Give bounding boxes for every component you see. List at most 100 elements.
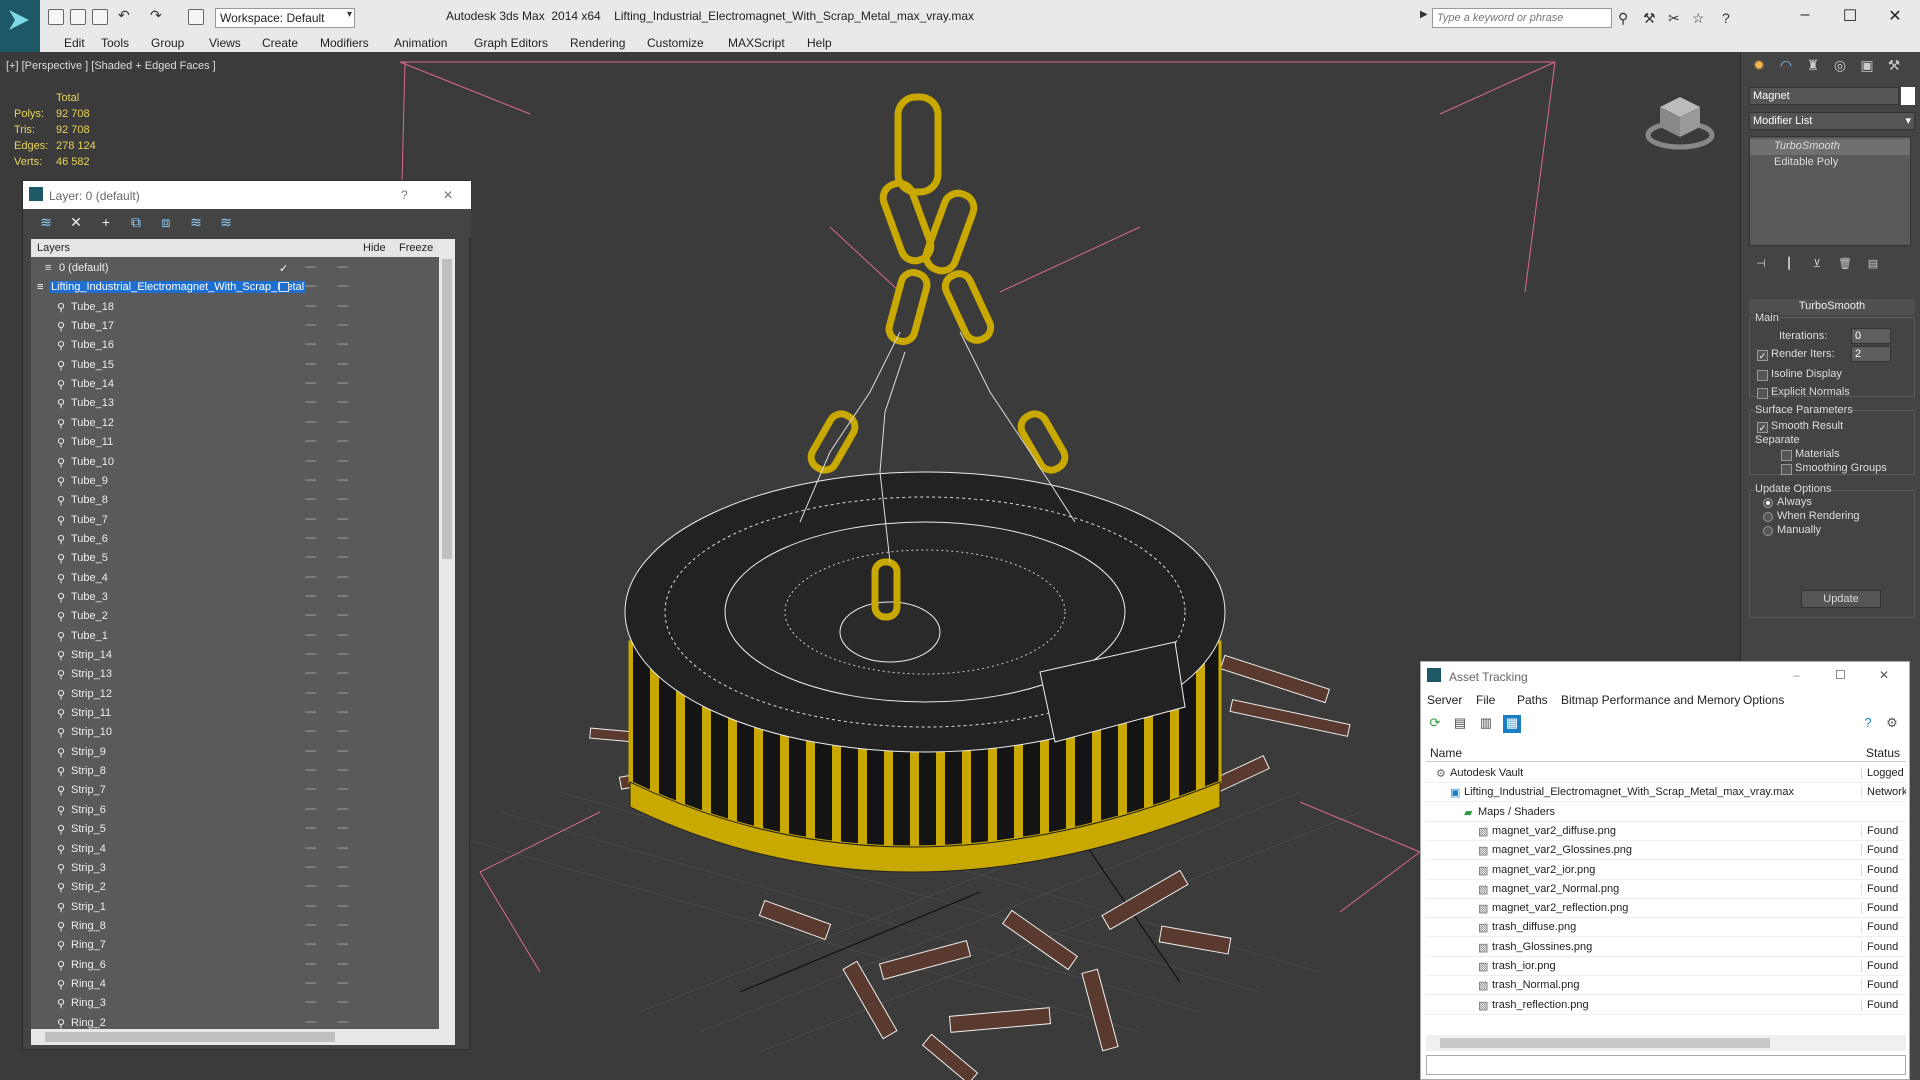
binoculars-icon[interactable]: ⚲: [1618, 10, 1628, 27]
layer-row-object[interactable]: ⚲ Ring_8 ---- ----: [31, 917, 447, 936]
layer-row-object[interactable]: ⚲ Ring_2 ---- ----: [31, 1014, 447, 1029]
layer-list[interactable]: Layers Hide Freeze ≡ 0 (default) ✓ ---- ----…: [31, 239, 447, 1029]
hide-toggle[interactable]: ----: [305, 338, 317, 350]
render-iters-checkbox[interactable]: ✓: [1757, 350, 1768, 361]
layer-row-object[interactable]: ⚲ Strip_9 ---- ----: [31, 743, 447, 762]
freeze-toggle[interactable]: ----: [337, 996, 349, 1008]
layer-row-default[interactable]: ≡ 0 (default) ✓ ---- ----: [31, 259, 447, 278]
select-objects-icon[interactable]: ⧉: [127, 214, 145, 232]
hide-toggle[interactable]: ----: [305, 803, 317, 815]
display-tab-icon[interactable]: ▣: [1855, 57, 1879, 79]
layer-row-object[interactable]: ⚲ Strip_3 ---- ----: [31, 859, 447, 878]
asset-row[interactable]: ▰ Maps / Shaders: [1426, 803, 1906, 822]
search-input[interactable]: Type a keyword or phrase: [1432, 8, 1612, 28]
layer-row-object[interactable]: ⚲ Strip_1 ---- ----: [31, 898, 447, 917]
hide-toggle[interactable]: ----: [305, 996, 317, 1008]
menu-bitmap-performance[interactable]: Bitmap Performance and Memory: [1561, 693, 1740, 707]
object-name-field[interactable]: Magnet: [1749, 87, 1899, 105]
object-color-swatch[interactable]: [1901, 87, 1915, 105]
delete-layer-icon[interactable]: ✕: [67, 214, 85, 232]
stack-item-editable-poly[interactable]: Editable Poly: [1750, 155, 1910, 171]
close-icon[interactable]: ✕: [443, 188, 453, 202]
favorites-star-icon[interactable]: ☆: [1692, 10, 1705, 27]
freeze-toggle[interactable]: ----: [337, 319, 349, 331]
hide-toggle[interactable]: ----: [305, 280, 317, 292]
hide-toggle[interactable]: ----: [305, 629, 317, 641]
freeze-toggle[interactable]: ----: [337, 977, 349, 989]
asset-row[interactable]: ▧ trash_reflection.png Found: [1426, 996, 1906, 1015]
asset-row[interactable]: ⚙ Autodesk Vault Logged O: [1426, 764, 1906, 783]
layer-row-object[interactable]: ⚲ Tube_16 ---- ----: [31, 336, 447, 355]
layer-row-object[interactable]: ⚲ Tube_3 ---- ----: [31, 588, 447, 607]
set-current-layer-checkbox[interactable]: [279, 282, 289, 293]
freeze-toggle[interactable]: ----: [337, 300, 349, 312]
freeze-toggle[interactable]: ----: [337, 667, 349, 679]
minimize-icon[interactable]: –: [1793, 668, 1800, 682]
3dsmax-logo-icon[interactable]: [0, 0, 40, 52]
hide-toggle[interactable]: ----: [305, 958, 317, 970]
freeze-toggle[interactable]: ----: [337, 513, 349, 525]
layer-row-object[interactable]: ⚲ Tube_17 ---- ----: [31, 317, 447, 336]
hide-toggle[interactable]: ----: [305, 396, 317, 408]
layer-row-object[interactable]: ⚲ Tube_13 ---- ----: [31, 394, 447, 413]
hide-toggle[interactable]: ----: [305, 861, 317, 873]
layer-row-object[interactable]: ⚲ Strip_12 ---- ----: [31, 685, 447, 704]
freeze-toggle[interactable]: ----: [337, 609, 349, 621]
hide-toggle[interactable]: ----: [305, 493, 317, 505]
layer-row-object[interactable]: ⚲ Strip_4 ---- ----: [31, 840, 447, 859]
iterations-spinner[interactable]: 0: [1851, 328, 1891, 344]
asset-row[interactable]: ▣ Lifting_Industrial_Electromagnet_With_S…: [1426, 783, 1906, 803]
freeze-toggle[interactable]: ----: [337, 687, 349, 699]
freeze-toggle[interactable]: ----: [337, 958, 349, 970]
render-iters-spinner[interactable]: 2: [1851, 346, 1891, 362]
menu-customize[interactable]: Customize: [647, 36, 704, 50]
freeze-toggle[interactable]: ----: [337, 416, 349, 428]
layer-row-object[interactable]: ⚲ Strip_10 ---- ----: [31, 723, 447, 742]
utilities-tab-icon[interactable]: ⚒: [1882, 57, 1906, 79]
list-view-icon[interactable]: ▤: [1451, 715, 1469, 733]
create-layer-icon[interactable]: ≋: [37, 214, 55, 232]
table-view-icon[interactable]: ▦: [1503, 715, 1521, 733]
close-icon[interactable]: ✕: [1880, 6, 1910, 26]
freeze-toggle[interactable]: ----: [337, 532, 349, 544]
freeze-toggle[interactable]: ----: [337, 571, 349, 583]
layer-row-object[interactable]: ⚲ Tube_11 ---- ----: [31, 433, 447, 452]
smoothing-groups-checkbox[interactable]: [1781, 464, 1792, 475]
hide-toggle[interactable]: ----: [305, 687, 317, 699]
menu-group[interactable]: Group: [151, 36, 184, 50]
asset-row[interactable]: ▧ magnet_var2_ior.png Found: [1426, 861, 1906, 880]
layer-row-object[interactable]: ⚲ Ring_6 ---- ----: [31, 956, 447, 975]
freeze-toggle[interactable]: ----: [337, 745, 349, 757]
layer-row-object[interactable]: ⚲ Tube_6 ---- ----: [31, 530, 447, 549]
menu-help[interactable]: Help: [807, 36, 832, 50]
hide-toggle[interactable]: ----: [305, 667, 317, 679]
hide-toggle[interactable]: ----: [305, 938, 317, 950]
when-rendering-radio[interactable]: [1763, 512, 1773, 522]
layer-dialog-titlebar[interactable]: Layer: 0 (default) ? ✕: [23, 181, 471, 209]
help-icon[interactable]: ?: [1722, 10, 1730, 26]
menu-edit[interactable]: Edit: [64, 36, 85, 50]
freeze-toggle[interactable]: ----: [337, 648, 349, 660]
hide-toggle[interactable]: ----: [305, 513, 317, 525]
asset-row[interactable]: ▧ magnet_var2_Normal.png Found: [1426, 880, 1906, 899]
hierarchy-tab-icon[interactable]: ♜: [1801, 57, 1825, 79]
layer-row-object[interactable]: ⚲ Strip_5 ---- ----: [31, 820, 447, 839]
layer-row-object[interactable]: ⚲ Strip_8 ---- ----: [31, 762, 447, 781]
layer-row-object[interactable]: ⚲ Strip_2 ---- ----: [31, 878, 447, 897]
menu-create[interactable]: Create: [262, 36, 298, 50]
refresh-icon[interactable]: ⟳: [1426, 715, 1444, 733]
hide-toggle[interactable]: ----: [305, 725, 317, 737]
minimize-icon[interactable]: –: [1790, 6, 1820, 24]
hide-toggle[interactable]: ----: [305, 358, 317, 370]
column-status[interactable]: Status: [1866, 746, 1900, 760]
layer-row-object[interactable]: ⚲ Tube_1 ---- ----: [31, 627, 447, 646]
smooth-result-checkbox[interactable]: ✓: [1757, 422, 1768, 433]
asset-row[interactable]: ▧ magnet_var2_diffuse.png Found: [1426, 822, 1906, 841]
hide-toggle[interactable]: ----: [305, 300, 317, 312]
add-to-layer-icon[interactable]: +: [97, 214, 115, 232]
hide-toggle[interactable]: ----: [305, 745, 317, 757]
freeze-toggle[interactable]: ----: [337, 822, 349, 834]
hide-toggle[interactable]: ----: [305, 977, 317, 989]
layer-row-object[interactable]: ⚲ Tube_8 ---- ----: [31, 491, 447, 510]
materials-checkbox[interactable]: [1781, 450, 1792, 461]
